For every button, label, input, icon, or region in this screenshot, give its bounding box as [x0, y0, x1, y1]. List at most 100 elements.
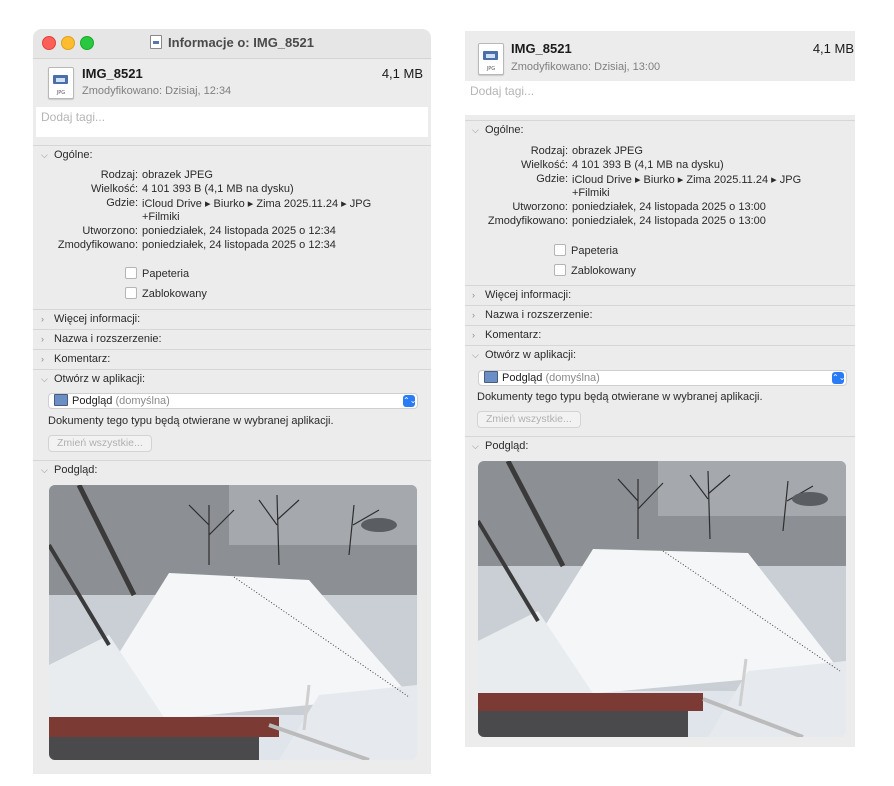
app-select[interactable]: Podgląd (domyślna) ⌃⌄ — [478, 370, 847, 386]
section-more-info-label: Więcej informacji: — [54, 313, 141, 325]
kind-value: obrazek JPEG — [142, 169, 213, 181]
chevron-right-icon: › — [41, 334, 44, 344]
chevron-right-icon: › — [472, 330, 475, 340]
document-icon — [150, 35, 163, 49]
section-more-info-label: Więcej informacji: — [485, 289, 572, 301]
section-comments[interactable]: › Komentarz: — [41, 353, 110, 365]
file-ext-label: JPG — [56, 90, 66, 96]
where-value-cont: +Filmiki — [572, 187, 610, 199]
where-label: Gdzie: — [106, 197, 138, 209]
modified-label: Zmodyfikowano: — [487, 215, 568, 227]
section-open-with-label: Otwórz w aplikacji: — [54, 373, 146, 385]
file-modified: Zmodyfikowano: Dzisiaj, 12:34 — [82, 85, 232, 97]
kind-label: Rodzaj: — [100, 169, 138, 181]
stationery-label: Papeteria — [142, 268, 190, 280]
file-ext-label: JPG — [486, 66, 496, 72]
file-size: 4,1 MB — [381, 66, 423, 81]
chevron-down-icon: ⌵ — [472, 441, 479, 451]
preview-app-icon — [484, 371, 498, 383]
locked-checkbox[interactable]: Zablokowany — [554, 264, 636, 277]
select-arrows-icon: ⌃⌄ — [832, 372, 846, 384]
where-value: iCloud Drive ▸ Biurko ▸ Zima 2025.11.24 … — [572, 174, 802, 186]
open-with-note: Dokumenty tego typu będą otwierane w wyb… — [477, 391, 763, 403]
snow-photo-image — [478, 461, 846, 737]
section-general[interactable]: ⌵ Ogólne: — [41, 149, 93, 161]
snow-photo-image — [49, 485, 417, 760]
stationery-checkbox[interactable]: Papeteria — [125, 267, 189, 280]
image-preview — [478, 461, 846, 737]
section-general[interactable]: ⌵ Ogólne: — [472, 124, 524, 136]
created-label: Utworzono: — [82, 225, 138, 237]
window-title: Informacje o: IMG_8521 — [33, 35, 431, 50]
window-title-text: Informacje o: IMG_8521 — [168, 35, 314, 50]
where-value-cont: +Filmiki — [142, 211, 180, 223]
stationery-checkbox[interactable]: Papeteria — [554, 244, 618, 257]
section-preview-label: Podgląd: — [485, 440, 529, 452]
stationery-label: Papeteria — [571, 245, 619, 257]
chevron-right-icon: › — [472, 290, 475, 300]
jpeg-file-icon: JPG — [48, 67, 74, 99]
where-label: Gdzie: — [536, 173, 568, 185]
app-default-label: (domyślna) — [115, 395, 170, 407]
size-value: 4 101 393 B (4,1 MB na dysku) — [572, 159, 724, 171]
app-select[interactable]: Podgląd (domyślna) ⌃⌄ — [48, 393, 418, 409]
tags-input[interactable]: Dodaj tagi... — [465, 81, 855, 115]
info-window-right: JPG IMG_8521 4,1 MB Zmodyfikowano: Dzisi… — [465, 31, 855, 747]
section-name-extension[interactable]: › Nazwa i rozszerzenie: — [41, 333, 162, 345]
select-arrows-icon: ⌃⌄ — [403, 395, 417, 407]
locked-checkbox[interactable]: Zablokowany — [125, 287, 207, 300]
preview-app-icon — [54, 394, 68, 406]
chevron-down-icon: ⌵ — [41, 465, 48, 475]
section-preview-label: Podgląd: — [54, 464, 98, 476]
size-value: 4 101 393 B (4,1 MB na dysku) — [142, 183, 294, 195]
app-name: Podgląd — [502, 372, 543, 384]
section-comments[interactable]: › Komentarz: — [472, 329, 541, 341]
kind-value: obrazek JPEG — [572, 145, 643, 157]
chevron-down-icon: ⌵ — [41, 374, 48, 384]
section-comments-label: Komentarz: — [485, 329, 542, 341]
locked-label: Zablokowany — [142, 288, 207, 300]
size-label: Wielkość: — [90, 183, 138, 195]
chevron-right-icon: › — [41, 314, 44, 324]
modified-value: poniedziałek, 24 listopada 2025 o 13:00 — [572, 215, 766, 227]
image-preview — [49, 485, 417, 760]
jpeg-file-icon: JPG — [478, 43, 504, 75]
title-bar[interactable]: Informacje o: IMG_8521 — [33, 29, 431, 59]
section-open-with[interactable]: ⌵ Otwórz w aplikacji: — [472, 349, 576, 361]
section-preview[interactable]: ⌵ Podgląd: — [41, 464, 97, 476]
section-name-extension-label: Nazwa i rozszerzenie: — [54, 333, 162, 345]
section-name-extension[interactable]: › Nazwa i rozszerzenie: — [472, 309, 593, 321]
modified-label: Zmodyfikowano: — [57, 239, 138, 251]
change-all-button[interactable]: Zmień wszystkie... — [48, 435, 152, 452]
open-with-note: Dokumenty tego typu będą otwierane w wyb… — [48, 415, 334, 427]
section-more-info[interactable]: › Więcej informacji: — [472, 289, 571, 301]
locked-label: Zablokowany — [571, 265, 636, 277]
modified-value: poniedziałek, 24 listopada 2025 o 12:34 — [142, 239, 336, 251]
info-window-left: Informacje o: IMG_8521 JPG IMG_8521 4,1 … — [33, 29, 431, 774]
tags-input[interactable]: Dodaj tagi... — [36, 107, 428, 137]
kind-label: Rodzaj: — [530, 145, 568, 157]
chevron-down-icon: ⌵ — [472, 125, 479, 135]
chevron-right-icon: › — [472, 310, 475, 320]
file-name: IMG_8521 — [82, 66, 143, 81]
file-modified: Zmodyfikowano: Dzisiaj, 13:00 — [511, 61, 661, 73]
section-more-info[interactable]: › Więcej informacji: — [41, 313, 140, 325]
where-value: iCloud Drive ▸ Biurko ▸ Zima 2025.11.24 … — [142, 198, 372, 210]
section-comments-label: Komentarz: — [54, 353, 111, 365]
app-default-label: (domyślna) — [545, 372, 600, 384]
section-open-with[interactable]: ⌵ Otwórz w aplikacji: — [41, 373, 145, 385]
section-open-with-label: Otwórz w aplikacji: — [485, 349, 577, 361]
change-all-button[interactable]: Zmień wszystkie... — [477, 411, 581, 428]
created-label: Utworzono: — [512, 201, 568, 213]
chevron-down-icon: ⌵ — [472, 350, 479, 360]
created-value: poniedziałek, 24 listopada 2025 o 12:34 — [142, 225, 336, 237]
size-label: Wielkość: — [520, 159, 568, 171]
section-name-extension-label: Nazwa i rozszerzenie: — [485, 309, 593, 321]
file-size: 4,1 MB — [812, 41, 854, 56]
app-name: Podgląd — [72, 395, 113, 407]
chevron-down-icon: ⌵ — [41, 150, 48, 160]
section-general-label: Ogólne: — [485, 124, 524, 136]
file-name: IMG_8521 — [511, 41, 572, 56]
section-preview[interactable]: ⌵ Podgląd: — [472, 440, 528, 452]
chevron-right-icon: › — [41, 354, 44, 364]
